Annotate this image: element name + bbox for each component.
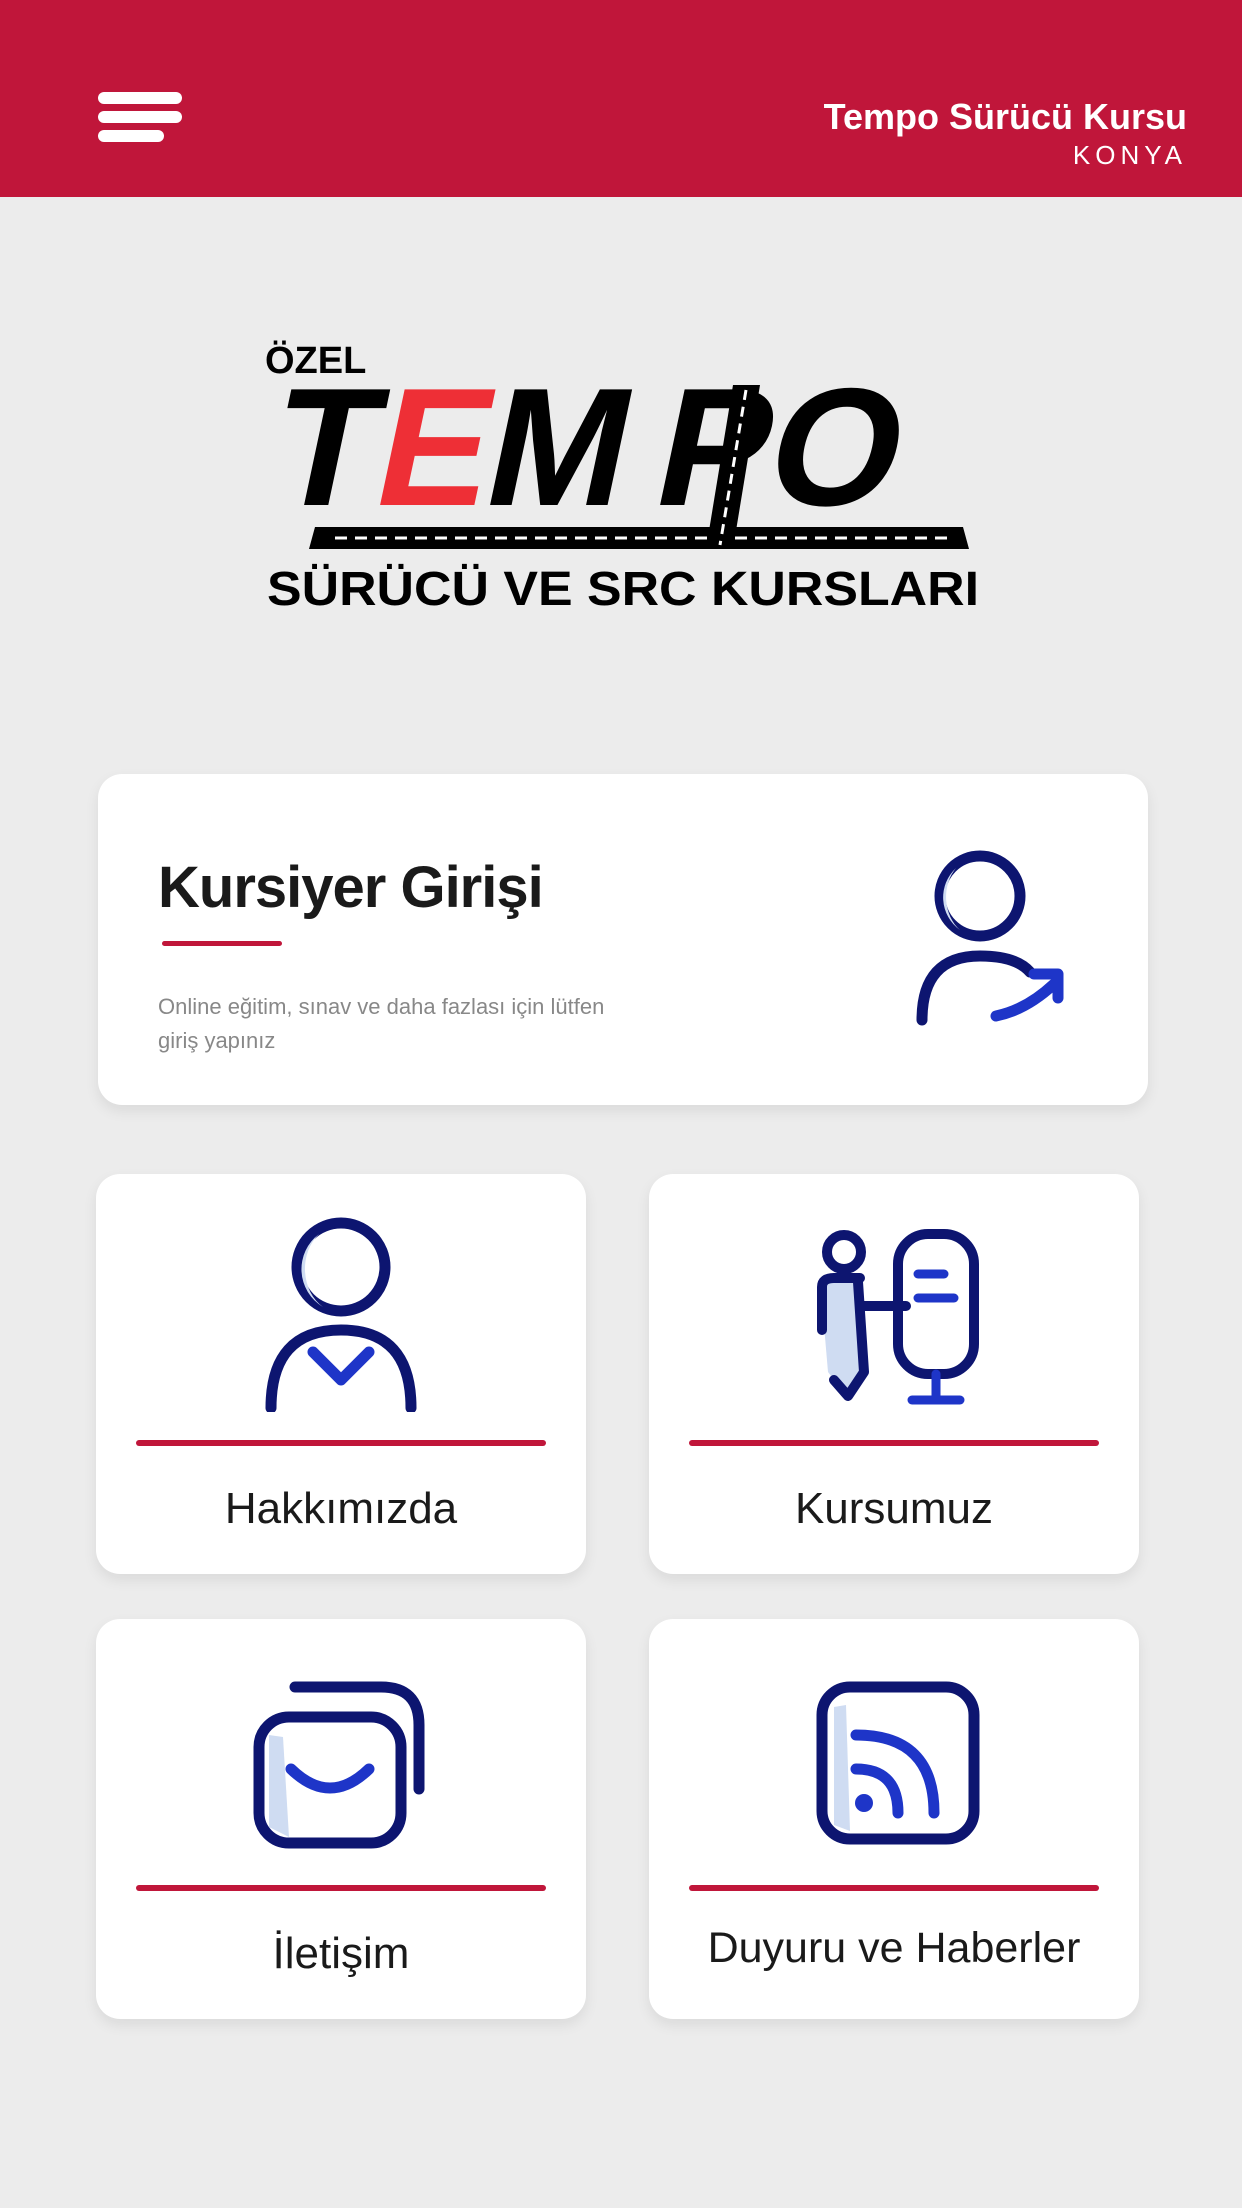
header-title: Tempo Sürücü Kursu xyxy=(823,96,1187,137)
tile-contact[interactable]: İletişim xyxy=(96,1619,586,2019)
tile-label-news: Duyuru ve Haberler xyxy=(707,1924,1081,1972)
tempo-logo: ÖZEL T E M PO SÜRÜCÜ VE SRC KURSLARI xyxy=(257,339,979,616)
header-subtitle: KONYA xyxy=(1072,140,1187,170)
tile-course[interactable]: Kursumuz xyxy=(649,1174,1139,1574)
tile-label-course: Kursumuz xyxy=(794,1484,994,1533)
mail-contact-icon xyxy=(253,1681,425,1849)
tile-news[interactable]: Duyuru ve Haberler xyxy=(649,1619,1139,2019)
tile-divider xyxy=(136,1440,546,1446)
hamburger-menu-icon[interactable] xyxy=(92,84,188,150)
login-title: Kursiyer Girişi xyxy=(158,855,544,920)
tile-divider xyxy=(689,1440,1099,1446)
app-header: Tempo Sürücü Kursu KONYA xyxy=(0,0,1242,197)
tile-label-contact: İletişim xyxy=(272,1929,410,1978)
logo-tagline: SÜRÜCÜ VE SRC KURSLARI xyxy=(267,563,979,616)
instructor-board-icon xyxy=(817,1229,979,1405)
student-login-card[interactable]: Kursiyer Girişi Online eğitim, sınav ve … xyxy=(98,774,1148,1105)
user-about-icon xyxy=(265,1217,417,1412)
tile-divider xyxy=(689,1885,1099,1891)
login-description: Online eğitim, sınav ve daha fazlası içi… xyxy=(158,994,605,1053)
tile-label-about: Hakkımızda xyxy=(224,1484,458,1533)
rss-news-icon xyxy=(816,1681,980,1845)
login-title-underline xyxy=(162,941,282,946)
logo-letters-po: PO xyxy=(641,353,924,541)
tile-about[interactable]: Hakkımızda xyxy=(96,1174,586,1574)
user-login-icon xyxy=(916,850,1064,1026)
tile-divider xyxy=(136,1885,546,1891)
